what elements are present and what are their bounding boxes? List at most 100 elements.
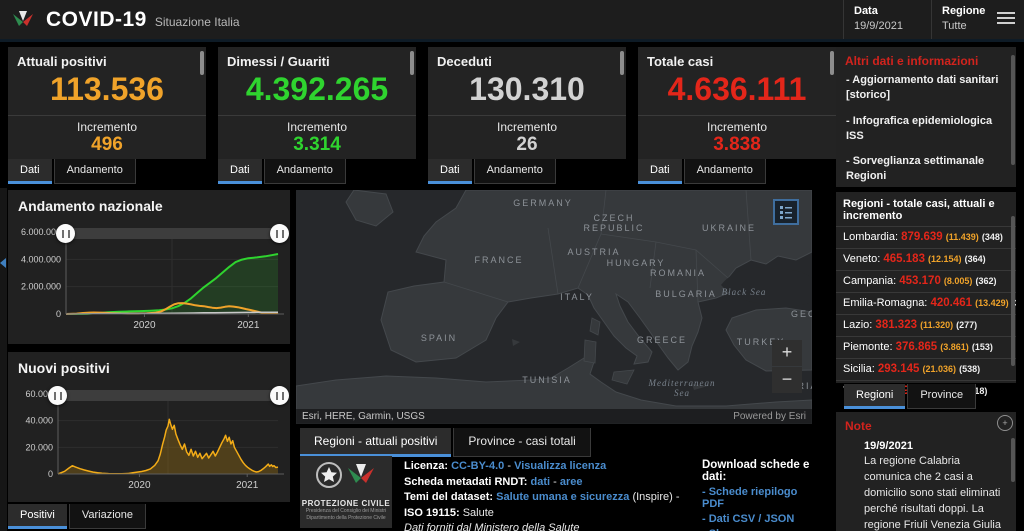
legend-button[interactable] [773, 199, 799, 225]
zoom-in-button[interactable]: + [772, 340, 802, 366]
card-scrollbar[interactable] [830, 51, 834, 75]
tab-dati[interactable]: Dati [218, 159, 262, 184]
protezione-civile-footer-logo: PROTEZIONE CIVILE Presidenza del Consigl… [300, 456, 392, 528]
tab-regioni-attuali[interactable]: Regioni - attuali positivi [300, 428, 452, 457]
tab-regioni[interactable]: Regioni [844, 384, 906, 409]
region-active: (11.320) [920, 320, 954, 330]
download-block: Download schede e dati: - Schede riepilo… [702, 459, 818, 531]
info-link[interactable]: - Aggiornamento dati sanitari [storico] [836, 73, 1016, 103]
svg-text:20.000: 20.000 [25, 442, 53, 452]
cc-by-link[interactable]: CC-BY-4.0 [451, 460, 504, 472]
time-slider-handle-right[interactable] [270, 224, 289, 243]
time-slider-track-2[interactable] [56, 390, 280, 401]
tab-positivi[interactable]: Positivi [8, 504, 67, 529]
time-slider2-handle-left[interactable] [48, 386, 67, 405]
other-data-panel: Altri dati e informazioni - Aggiornament… [836, 47, 1016, 223]
iso-label: ISO 19115: [404, 506, 460, 519]
card-scrollbar[interactable] [410, 51, 414, 75]
region-row[interactable]: Emilia-Romagna: 420.461 (13.429) (343) [836, 292, 1016, 314]
scrollbar-thumb[interactable] [1011, 216, 1015, 366]
note-date: 19/9/2021 [864, 440, 913, 452]
region-total: 879.639 [901, 231, 943, 243]
region-filter[interactable]: Regione Tutte [931, 0, 995, 39]
tab-dati[interactable]: Dati [638, 159, 682, 184]
rndt-label: Scheda metadati RNDT: [404, 475, 528, 488]
region-row[interactable]: Sicilia: 293.145 (21.036) (538) [836, 358, 1016, 380]
date-filter[interactable]: Data 19/9/2021 [843, 0, 931, 39]
region-increment: (348) [981, 232, 1003, 242]
region-name: Sicilia: [843, 363, 875, 375]
card-scrollbar[interactable] [200, 51, 204, 75]
time-slider2-handle-right[interactable] [270, 386, 289, 405]
region-total: 293.145 [877, 363, 920, 375]
note-title: Note [845, 419, 872, 433]
inspire-text: (Inspire) - [632, 491, 680, 503]
license-line-2: Scheda metadati RNDT: dati - aree [404, 475, 700, 491]
stat-card-0: Attuali positivi 113.536 Incremento 496 [8, 47, 206, 159]
zoom-out-button[interactable]: − [772, 367, 802, 393]
region-increment: (153) [971, 342, 993, 352]
protezione-civile-logo [13, 10, 33, 26]
rndt-aree-link[interactable]: aree [560, 476, 583, 488]
region-row[interactable]: Lazio: 381.323 (11.320) (277) [836, 314, 1016, 336]
tab-province-totali[interactable]: Province - casi totali [453, 428, 591, 457]
salute-umana-link[interactable]: Salute umana e sicurezza [496, 491, 629, 503]
region-increment: (538) [959, 364, 981, 374]
region-filter-label: Regione [942, 5, 986, 17]
increment-label: Incremento [76, 120, 138, 134]
card-title: Totale casi [647, 54, 714, 69]
license-line-1: Licenza: CC-BY-4.0 - Visualizza licenza [404, 459, 700, 475]
info-link[interactable]: - Sorveglianza settimanale Regioni [836, 154, 1016, 184]
region-increment: (362) [975, 276, 997, 286]
panel-collapse-arrow-icon[interactable] [0, 258, 6, 268]
national-trend-title: Andamento nazionale [18, 198, 163, 214]
time-slider-track[interactable] [64, 228, 280, 239]
download-link[interactable]: - Dati CSV / JSON [702, 513, 818, 525]
card-tabs-1: Dati Andamento [218, 159, 346, 184]
attribution-text: Esri, HERE, Garmin, USGS [302, 411, 425, 422]
europe-map[interactable]: GERMANY CZECH REPUBLIC UKRAINE FRANCE AUSTRI… [296, 190, 812, 424]
scrollbar-thumb[interactable] [1011, 55, 1015, 165]
region-row[interactable]: Piemonte: 376.865 (3.861) (153) [836, 336, 1016, 358]
license-block: Licenza: CC-BY-4.0 - Visualizza licenza … [404, 459, 700, 531]
info-link[interactable]: - Infografica epidemiologica ISS [836, 114, 1016, 144]
visualizza-licenza-link[interactable]: Visualizza licenza [514, 460, 606, 472]
region-name: Lazio: [843, 319, 873, 331]
app-subtitle: Situazione Italia [154, 15, 240, 29]
stat-card-3: Totale casi 4.636.111 Incremento 3.838 [638, 47, 836, 159]
app-title: COVID-19 [46, 7, 147, 31]
download-links: - Schede riepilogo PDF- Dati CSV / JSON-… [702, 486, 818, 531]
increment-label: Incremento [706, 120, 768, 134]
note-text: La regione Calabria comunica che 2 casi … [864, 455, 1001, 531]
temi-label: Temi del dataset: [404, 491, 494, 503]
download-link[interactable]: - Schede riepilogo PDF [702, 486, 818, 510]
card-scrollbar[interactable] [620, 51, 624, 75]
tab-andamento[interactable]: Andamento [53, 159, 136, 184]
iso-value: Salute [462, 506, 494, 519]
region-active: (12.154) [928, 254, 962, 264]
expand-icon[interactable]: + [997, 415, 1013, 431]
stat-card-2: Deceduti 130.310 Incremento 26 [428, 47, 626, 159]
region-total: 376.865 [895, 341, 938, 353]
region-row[interactable]: Campania: 453.170 (8.005) (362) [836, 270, 1016, 292]
region-active: (13.429) [975, 298, 1009, 308]
tab-province[interactable]: Province [907, 384, 977, 409]
card-value: 4.636.111 [667, 71, 807, 107]
region-row[interactable]: Lombardia: 879.639 (11.439) (348) [836, 226, 1016, 248]
region-active: (21.036) [922, 364, 957, 374]
tab-dati[interactable]: Dati [8, 159, 52, 184]
rndt-dati-link[interactable]: dati [531, 476, 551, 488]
tab-variazione[interactable]: Variazione [68, 504, 147, 529]
menu-icon[interactable] [997, 12, 1015, 27]
tab-andamento[interactable]: Andamento [683, 159, 766, 184]
increment-value: 3.314 [293, 134, 341, 155]
scrollbar-thumb[interactable] [1011, 438, 1015, 482]
tab-andamento[interactable]: Andamento [473, 159, 556, 184]
region-row[interactable]: Veneto: 465.183 (12.154) (364) [836, 248, 1016, 270]
tab-andamento[interactable]: Andamento [263, 159, 346, 184]
increment-value: 26 [516, 134, 538, 155]
time-slider-handle-left[interactable] [56, 224, 75, 243]
download-title: Download schede e dati: [702, 459, 810, 483]
region-name: Veneto: [843, 253, 881, 265]
tab-dati[interactable]: Dati [428, 159, 472, 184]
